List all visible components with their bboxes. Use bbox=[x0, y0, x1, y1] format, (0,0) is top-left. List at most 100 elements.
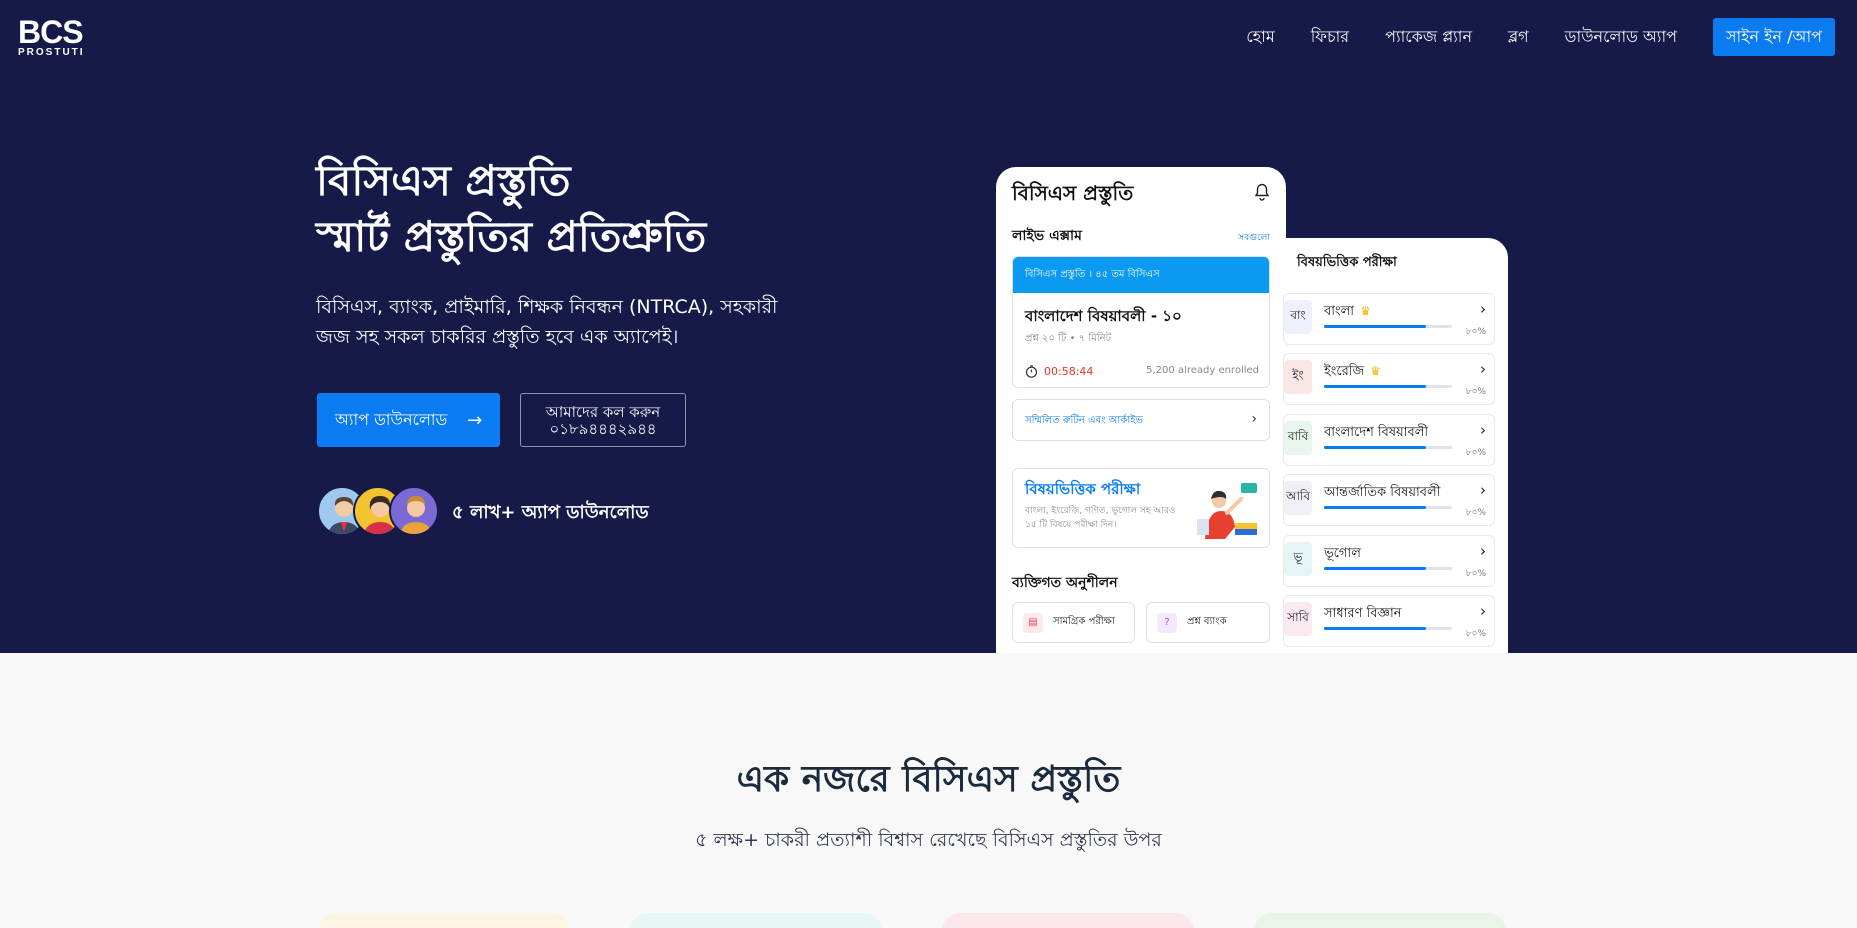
enrolled-count: 5,200 already enrolled bbox=[1146, 365, 1259, 376]
see-all-link[interactable]: সবগুলো bbox=[1238, 230, 1270, 245]
subject-abbr-icon: ভূ bbox=[1284, 541, 1312, 576]
nav-packages[interactable]: প্যাকেজ প্ল্যান bbox=[1385, 19, 1472, 55]
progress-percent: ৮০% bbox=[1465, 568, 1486, 579]
subject-name-text: বাংলাদেশ বিষয়াবলী bbox=[1324, 424, 1429, 440]
subject-name: সাধারণ বিজ্ঞান bbox=[1324, 604, 1401, 625]
call-us-label: আমাদের কল করুন bbox=[545, 403, 661, 421]
subject-name: বাংলা ♛ bbox=[1324, 302, 1371, 323]
progress-bar bbox=[1324, 566, 1452, 570]
subject-exam-card[interactable]: বিষয়ভিত্তিক পরীক্ষা বাংলা, ইংরেজি, গণিত… bbox=[1012, 468, 1270, 548]
subject-row[interactable]: ভূ ভূগোল › ৮০% bbox=[1283, 534, 1495, 587]
section-title: এক নজরে বিসিএস প্রস্তুতি bbox=[736, 759, 1121, 800]
hero-desc-line2: জজ সহ সকল চাকরির প্রস্তুতি হবে এক অ্যাপে… bbox=[316, 326, 679, 348]
phone-mockup-home: বিসিএস প্রস্তুতি লাইভ এক্সাম সবগুলো বিসি… bbox=[996, 167, 1286, 653]
progress-bar bbox=[1324, 506, 1452, 510]
subject-exam-title: বিষয়ভিত্তিক পরীক্ষা bbox=[1025, 480, 1141, 498]
chevron-right-icon: › bbox=[1480, 360, 1486, 379]
exam-name: বাংলাদেশ বিষয়াবলী - ১০ bbox=[1025, 307, 1182, 325]
subject-row[interactable]: আবি আন্তর্জাতিক বিষয়াবলী › ৮০% bbox=[1283, 474, 1495, 527]
hero-title-line2: স্মার্ট প্রস্তুতির প্রতিশ্রুতি bbox=[316, 212, 707, 261]
practice-heading: ব্যক্তিগত অনুশীলন bbox=[1012, 575, 1118, 591]
progress-fill bbox=[1324, 385, 1427, 389]
live-exam-heading: লাইভ এক্সাম bbox=[1012, 228, 1082, 244]
nav-download[interactable]: ডাউনলোড অ্যাপ bbox=[1565, 19, 1677, 55]
chevron-right-icon: › bbox=[1480, 300, 1486, 318]
question-bank-button[interactable]: ? প্রশ্ন ব্যাংক bbox=[1146, 602, 1270, 643]
exam-timer: 00:58:44 bbox=[1025, 365, 1093, 378]
subject-abbr-icon: বাবি bbox=[1284, 420, 1312, 455]
subject-name-text: ভূগোল bbox=[1324, 545, 1361, 561]
routine-label: সম্মিলিত রুটিন এবং আর্কাইভ bbox=[1025, 415, 1143, 426]
nav-home[interactable]: হোম bbox=[1246, 19, 1274, 55]
overall-exam-button[interactable]: ▤ সামগ্রিক পরীক্ষা bbox=[1012, 602, 1135, 643]
subject-abbr-icon: ইং bbox=[1284, 360, 1312, 395]
hero-section: BCS PROSTUTI হোম ফিচার প্যাকেজ প্ল্যান ব… bbox=[0, 0, 1857, 653]
app-download-label: অ্যাপ ডাউনলোড bbox=[335, 409, 448, 429]
subject-row[interactable]: বাবি বাংলাদেশ বিষয়াবলী › ৮০% bbox=[1283, 413, 1495, 466]
app-title: বিসিএস প্রস্তুতি bbox=[1012, 181, 1134, 205]
logo[interactable]: BCS PROSTUTI bbox=[18, 14, 92, 58]
progress-percent: ৮০% bbox=[1465, 629, 1486, 639]
logo-subtitle: PROSTUTI bbox=[18, 47, 85, 58]
exam-meta: প্রশ্ন ২০ টি • ৭ মিনিট bbox=[1025, 333, 1112, 344]
progress-bar bbox=[1324, 325, 1452, 328]
subject-name: ইংরেজি ♛ bbox=[1324, 362, 1381, 383]
progress-bar bbox=[1324, 627, 1452, 630]
stat-card bbox=[630, 913, 882, 928]
hero-desc-line1: বিসিএস, ব্যাংক, প্রাইমারি, শিক্ষক নিবন্ধ… bbox=[316, 296, 778, 318]
progress-bar bbox=[1324, 445, 1452, 449]
subject-exam-desc: বাংলা, ইংরেজি, গণিত, ভূগোল সহ আরও ১৫ টি … bbox=[1025, 506, 1176, 530]
progress-percent: ৮০% bbox=[1465, 508, 1486, 519]
subject-abbr-icon: বাং bbox=[1284, 300, 1312, 334]
section-subtitle: ৫ লক্ষ+ চাকরী প্রত্যাশী বিশ্বাস রেখেছে ব… bbox=[695, 829, 1162, 851]
question-bank-label: প্রশ্ন ব্যাংক bbox=[1187, 616, 1227, 627]
subjects-title: বিষয়ভিত্তিক পরীক্ষা bbox=[1297, 255, 1397, 270]
bell-icon bbox=[1254, 183, 1270, 201]
nav-features[interactable]: ফিচার bbox=[1311, 19, 1349, 55]
student-illustration-icon bbox=[1197, 483, 1257, 539]
call-us-button[interactable]: আমাদের কল করুন ০১৮৯৪৪৪২৯৪৪ bbox=[520, 393, 686, 447]
download-count-text: ৫ লাখ+ অ্যাপ ডাউনলোড bbox=[452, 502, 649, 523]
progress-fill bbox=[1324, 627, 1427, 630]
chevron-right-icon: › bbox=[1480, 420, 1486, 439]
progress-percent: ৮০% bbox=[1465, 327, 1486, 337]
app-download-button[interactable]: অ্যাপ ডাউনলোড → bbox=[317, 393, 500, 447]
avatar bbox=[389, 486, 439, 536]
sign-in-button[interactable]: সাইন ইন /আপ bbox=[1712, 18, 1835, 56]
chevron-right-icon: › bbox=[1480, 602, 1486, 620]
hero-title-line1: বিসিএস প্রস্তুতি bbox=[316, 156, 571, 205]
subject-abbr-icon: সাবি bbox=[1284, 602, 1312, 636]
hero-description: বিসিএস, ব্যাংক, প্রাইমারি, শিক্ষক নিবন্ধ… bbox=[316, 292, 796, 352]
stat-card bbox=[1254, 913, 1506, 928]
progress-bar bbox=[1324, 385, 1452, 389]
call-us-number: ০১৮৯৪৪৪২৯৪৪ bbox=[549, 420, 657, 438]
progress-percent: ৮০% bbox=[1465, 447, 1486, 458]
stat-card bbox=[942, 913, 1194, 928]
timer-value: 00:58:44 bbox=[1044, 365, 1094, 378]
subject-name-text: আন্তর্জাতিক বিষয়াবলী bbox=[1324, 485, 1441, 501]
chevron-right-icon: › bbox=[1251, 411, 1257, 427]
chevron-right-icon: › bbox=[1480, 541, 1486, 560]
subject-row[interactable]: বাং বাংলা ♛ › ৮০% bbox=[1283, 293, 1495, 345]
progress-fill bbox=[1324, 445, 1427, 449]
main-nav: হোম ফিচার প্যাকেজ প্ল্যান ব্লগ ডাউনলোড অ… bbox=[1246, 18, 1835, 56]
subject-name: আন্তর্জাতিক বিষয়াবলী bbox=[1324, 483, 1440, 504]
exam-paper-icon: ▤ bbox=[1023, 612, 1043, 633]
routine-archive-link[interactable]: সম্মিলিত রুটিন এবং আর্কাইভ › bbox=[1012, 399, 1270, 441]
live-exam-card[interactable]: বিসিএস প্রস্তুতি । ৪৫ তম বিসিএস বাংলাদেশ… bbox=[1012, 256, 1270, 388]
crown-icon: ♛ bbox=[1360, 304, 1371, 318]
chevron-right-icon: › bbox=[1480, 481, 1486, 500]
subject-name-text: বাংলা bbox=[1324, 304, 1355, 319]
progress-percent: ৮০% bbox=[1465, 387, 1486, 398]
overall-exam-label: সামগ্রিক পরীক্ষা bbox=[1053, 616, 1115, 627]
subject-row[interactable]: সাবি সাধারণ বিজ্ঞান › ৮০% bbox=[1283, 595, 1495, 647]
subject-name-text: সাধারণ বিজ্ঞান bbox=[1324, 606, 1402, 621]
progress-fill bbox=[1324, 325, 1427, 328]
logo-mark: BCS bbox=[18, 14, 84, 50]
nav-blog[interactable]: ব্লগ bbox=[1508, 19, 1529, 55]
subject-name: ভূগোল bbox=[1324, 544, 1361, 565]
subject-row[interactable]: ইং ইংরেজি ♛ › ৮০% bbox=[1283, 353, 1495, 406]
question-bank-icon: ? bbox=[1157, 612, 1177, 633]
crown-icon: ♛ bbox=[1370, 364, 1381, 379]
exam-card-header: বিসিএস প্রস্তুতি । ৪৫ তম বিসিএস bbox=[1013, 257, 1269, 293]
